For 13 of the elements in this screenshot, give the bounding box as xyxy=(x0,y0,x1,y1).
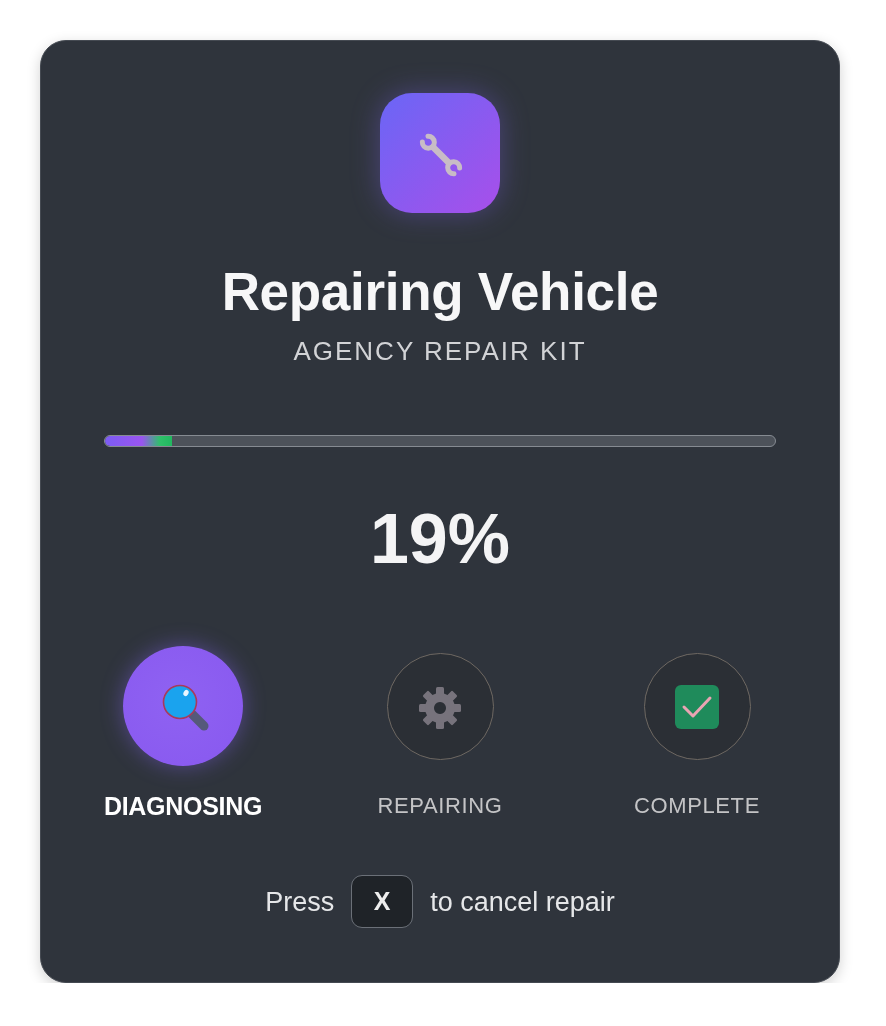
dialog-subtitle: AGENCY REPAIR KIT xyxy=(293,335,587,367)
wrench-icon xyxy=(380,93,500,213)
step-label: REPAIRING xyxy=(377,792,503,820)
step-label: DIAGNOSING xyxy=(103,792,263,820)
hint-text: to cancel repair xyxy=(430,885,615,918)
progress-percent: 19% xyxy=(369,499,511,579)
gear-icon xyxy=(418,686,462,730)
dialog-title: Repairing Vehicle xyxy=(221,261,659,323)
hint-text: Press xyxy=(265,885,335,918)
keyboard-key: X xyxy=(351,875,414,928)
search-icon xyxy=(161,683,211,733)
checkbox-icon xyxy=(675,685,719,729)
step-label: COMPLETE xyxy=(634,792,760,820)
